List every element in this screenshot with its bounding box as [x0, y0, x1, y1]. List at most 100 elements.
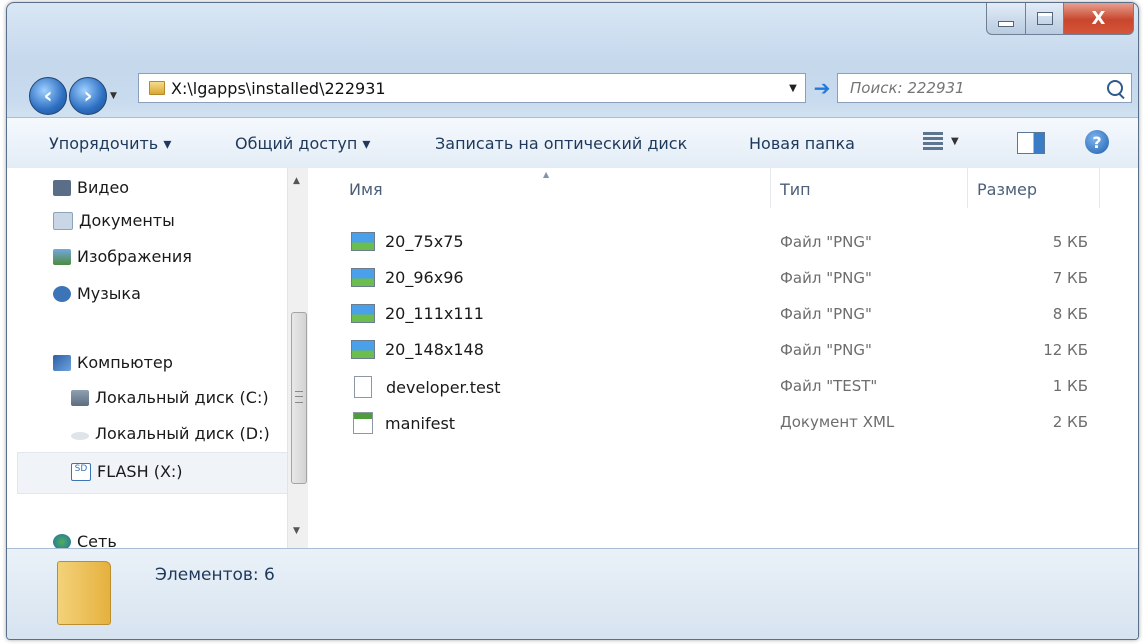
command-bar: Упорядочить ▾ Общий доступ ▾ Записать на… — [7, 117, 1138, 169]
png-image-icon — [351, 232, 375, 251]
address-bar[interactable]: X:\lgapps\installed\222931 ▼ — [138, 73, 806, 103]
scroll-up-icon[interactable]: ▲ — [293, 176, 300, 186]
column-header-size[interactable]: Размер — [977, 180, 1037, 199]
chevron-down-icon[interactable]: ▼ — [781, 83, 805, 94]
file-size: 7 КБ — [1052, 269, 1088, 287]
file-row[interactable]: developer.test Файл "TEST" 1 КБ — [307, 368, 1138, 404]
go-button[interactable]: ➔ — [810, 73, 834, 103]
sidebar-item-pictures[interactable]: Изображения — [53, 247, 192, 266]
optical-disk-icon — [71, 431, 89, 440]
caption-buttons: X — [986, 3, 1134, 35]
chevron-down-icon[interactable]: ▼ — [951, 136, 959, 147]
scroll-down-icon[interactable]: ▼ — [293, 526, 300, 536]
search-icon[interactable] — [1107, 80, 1123, 96]
file-size: 8 КБ — [1052, 305, 1088, 323]
burn-button[interactable]: Записать на оптический диск — [435, 134, 687, 153]
file-row[interactable]: manifest Документ XML 2 КБ — [307, 404, 1138, 440]
sidebar-item-label: Музыка — [77, 284, 141, 303]
forward-arrow-icon: › — [83, 83, 93, 109]
file-row[interactable]: 20_75x75 Файл "PNG" 5 КБ — [307, 224, 1138, 260]
folder-icon — [57, 561, 111, 625]
maximize-icon — [1036, 12, 1053, 25]
documents-library-icon — [53, 211, 73, 230]
folder-icon — [149, 81, 165, 95]
file-type: Файл "PNG" — [780, 233, 872, 251]
new-folder-button[interactable]: Новая папка — [749, 134, 855, 153]
sidebar-item-computer[interactable]: Компьютер — [53, 353, 173, 372]
file-name-cell: 20_148x148 — [351, 340, 484, 359]
close-icon: X — [1091, 8, 1106, 29]
file-type: Файл "PNG" — [780, 269, 872, 287]
sidebar-item-label: FLASH (X:) — [97, 462, 183, 481]
sidebar-item-label: Изображения — [77, 247, 192, 266]
file-size: 5 КБ — [1052, 233, 1088, 251]
maximize-button[interactable] — [1026, 3, 1064, 35]
sidebar-item-music[interactable]: Музыка — [53, 284, 141, 303]
file-type: Файл "TEST" — [780, 377, 878, 395]
file-row[interactable]: 20_96x96 Файл "PNG" 7 КБ — [307, 260, 1138, 296]
navigation-scrollbar[interactable]: ▲ ▼ — [287, 168, 308, 548]
sidebar-item-label: Локальный диск (D:) — [95, 424, 270, 443]
file-type: Файл "PNG" — [780, 341, 872, 359]
png-image-icon — [351, 304, 375, 323]
address-path[interactable]: X:\lgapps\installed\222931 — [171, 79, 781, 98]
sidebar-item-video[interactable]: Видео — [53, 178, 129, 197]
minimize-icon — [998, 20, 1014, 27]
item-count: Элементов: 6 — [155, 565, 275, 585]
file-name: 20_148x148 — [385, 340, 484, 359]
file-list: ▲ Имя Тип Размер 20_75x75 Файл "PNG" 5 К… — [307, 168, 1138, 548]
column-divider[interactable] — [770, 168, 771, 208]
file-name-cell: manifest — [351, 412, 455, 434]
file-name: 20_96x96 — [385, 268, 464, 287]
scroll-thumb[interactable] — [291, 312, 307, 484]
close-button[interactable]: X — [1064, 3, 1134, 35]
column-divider[interactable] — [967, 168, 968, 208]
file-row[interactable]: 20_148x148 Файл "PNG" 12 КБ — [307, 332, 1138, 368]
file-size: 1 КБ — [1052, 377, 1088, 395]
preview-pane-icon[interactable] — [1017, 132, 1045, 154]
organize-button[interactable]: Упорядочить ▾ — [49, 134, 171, 153]
file-type: Файл "PNG" — [780, 305, 872, 323]
column-divider[interactable] — [1099, 168, 1100, 208]
sidebar-item-documents[interactable]: Документы — [53, 211, 175, 230]
column-header-type[interactable]: Тип — [780, 180, 811, 199]
back-button[interactable]: ‹ — [29, 77, 67, 115]
details-pane: Элементов: 6 — [7, 548, 1138, 639]
music-library-icon — [53, 285, 71, 302]
minimize-button[interactable] — [986, 3, 1026, 35]
go-arrow-icon: ➔ — [813, 76, 831, 100]
search-input[interactable] — [848, 78, 1092, 98]
local-disk-icon — [71, 389, 89, 406]
video-library-icon — [53, 179, 71, 196]
search-box[interactable] — [837, 73, 1132, 103]
content-area: Видео Документы Изображения Музыка Компь… — [7, 168, 1138, 551]
file-name-cell: 20_111x111 — [351, 304, 484, 323]
png-image-icon — [351, 268, 375, 287]
sidebar-item-label: Локальный диск (C:) — [95, 388, 269, 407]
pictures-library-icon — [53, 248, 71, 265]
sidebar-item-flash[interactable]: SD FLASH (X:) — [71, 462, 183, 481]
computer-icon — [53, 354, 71, 371]
file-name-cell: 20_96x96 — [351, 268, 464, 287]
help-icon[interactable]: ? — [1085, 130, 1109, 154]
sidebar-item-label: Видео — [77, 178, 130, 197]
sidebar-item-label: Документы — [79, 211, 175, 230]
blank-file-icon — [354, 376, 372, 398]
file-name-cell: developer.test — [351, 376, 500, 398]
back-arrow-icon: ‹ — [43, 83, 53, 109]
forward-button[interactable]: › — [69, 77, 107, 115]
column-header-name[interactable]: Имя — [349, 180, 383, 199]
file-name-cell: 20_75x75 — [351, 232, 464, 251]
file-name: manifest — [385, 413, 456, 433]
sidebar-item-drive-d[interactable]: Локальный диск (D:) — [71, 424, 270, 443]
sidebar-item-drive-c[interactable]: Локальный диск (C:) — [71, 388, 269, 407]
navigation-pane: Видео Документы Изображения Музыка Компь… — [7, 168, 308, 551]
share-button[interactable]: Общий доступ ▾ — [235, 134, 370, 153]
history-dropdown-icon[interactable]: ▼ — [110, 91, 117, 101]
file-row[interactable]: 20_111x111 Файл "PNG" 8 КБ — [307, 296, 1138, 332]
sidebar-item-label: Компьютер — [77, 353, 173, 372]
explorer-window: X ‹ › ▼ X:\lgapps\installed\222931 ▼ ➔ У… — [6, 2, 1139, 640]
file-size: 12 КБ — [1043, 341, 1088, 359]
views-icon[interactable] — [923, 132, 943, 150]
sort-ascending-icon: ▲ — [543, 170, 550, 179]
